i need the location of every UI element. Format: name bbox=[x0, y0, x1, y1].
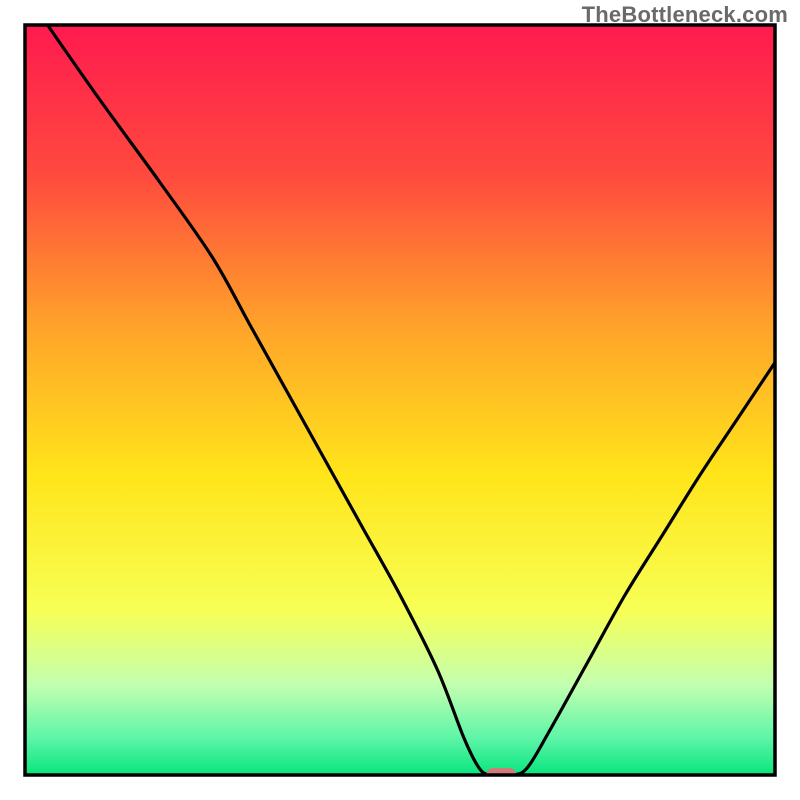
bottleneck-chart: TheBottleneck.com bbox=[0, 0, 800, 800]
gradient-background bbox=[25, 25, 775, 775]
chart-svg bbox=[0, 0, 800, 800]
watermark-label: TheBottleneck.com bbox=[582, 2, 788, 28]
